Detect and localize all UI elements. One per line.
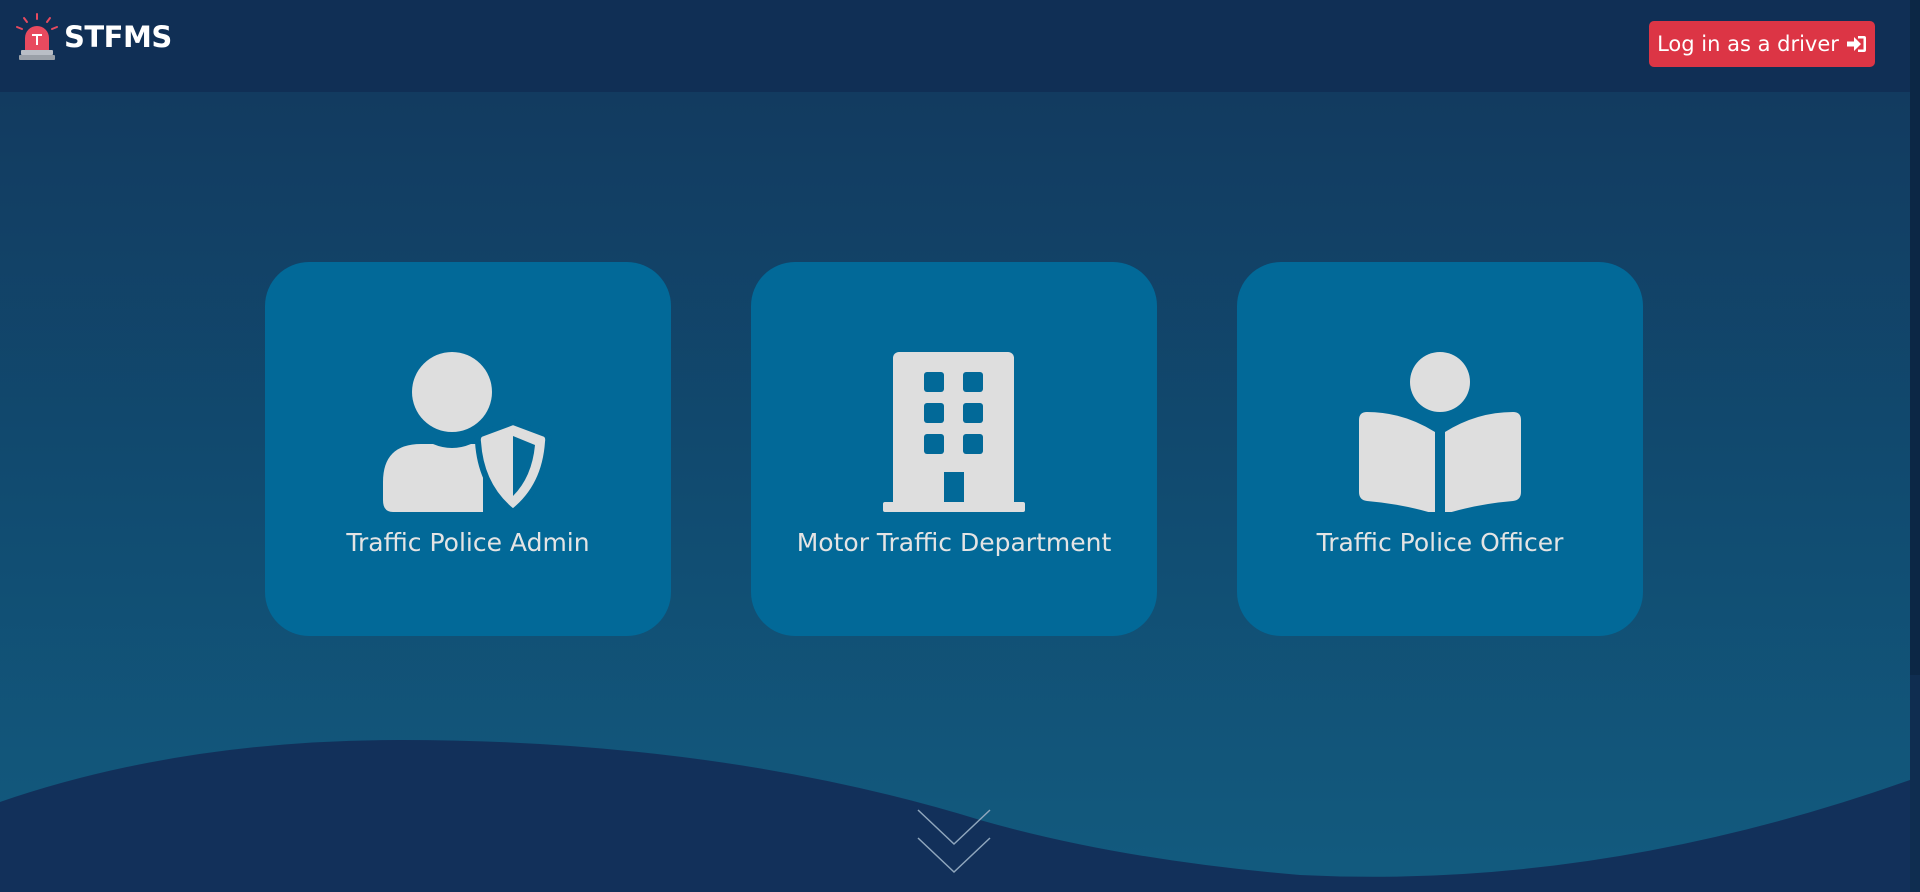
brand-name: STFMS	[64, 20, 172, 54]
book-reader-icon	[1359, 352, 1521, 512]
siren-icon	[16, 13, 58, 60]
card-motor-traffic-department[interactable]: Motor Traffic Department	[751, 262, 1157, 636]
card-label: Traffic Police Admin	[346, 528, 590, 557]
sign-in-icon	[1846, 36, 1866, 52]
scrollbar-thumb[interactable]	[1910, 0, 1920, 675]
card-label: Motor Traffic Department	[796, 528, 1112, 557]
brand[interactable]: STFMS	[14, 12, 172, 62]
double-chevron-down-icon[interactable]	[916, 808, 992, 876]
card-label: Traffic Police Officer	[1316, 528, 1564, 557]
navbar: STFMS Log in as a driver	[0, 0, 1910, 92]
user-shield-icon	[383, 352, 552, 512]
building-icon	[883, 352, 1025, 512]
card-traffic-police-officer[interactable]: Traffic Police Officer	[1237, 262, 1643, 636]
login-driver-label: Log in as a driver	[1657, 32, 1839, 56]
login-driver-button[interactable]: Log in as a driver	[1649, 21, 1875, 67]
card-traffic-police-admin[interactable]: Traffic Police Admin	[265, 262, 671, 636]
